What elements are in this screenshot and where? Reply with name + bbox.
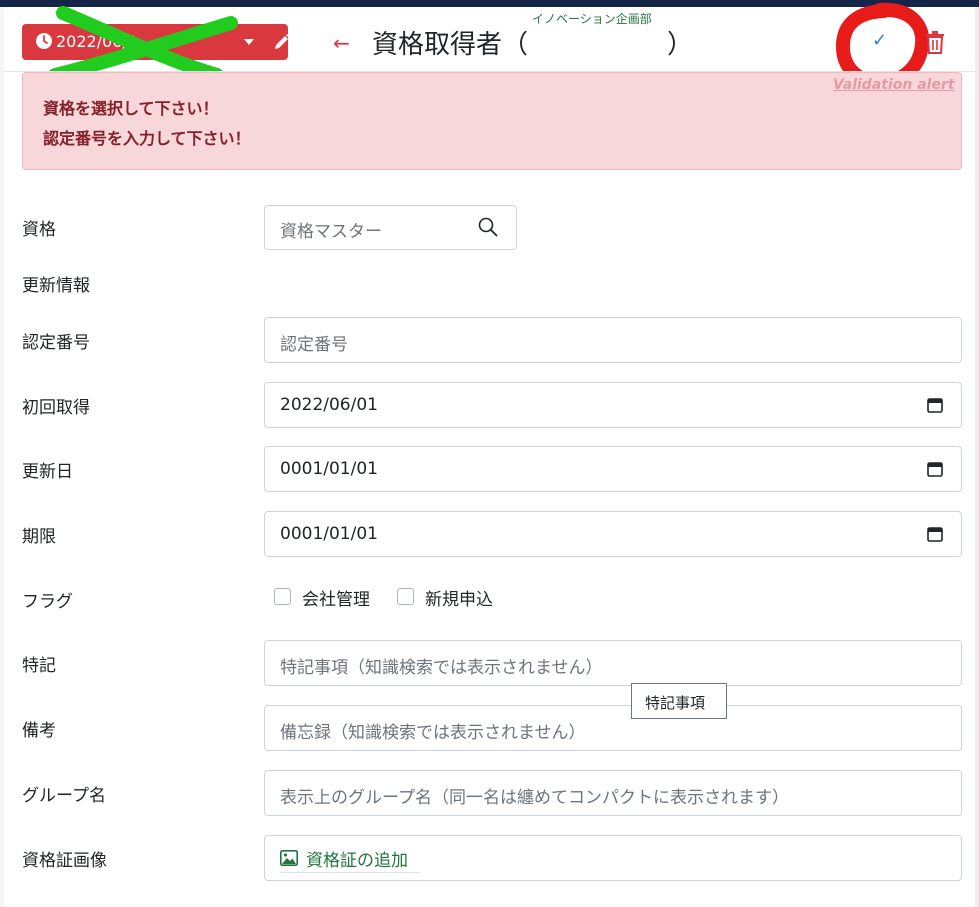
alert-message: 認定番号を入力して下さい！ [43, 129, 251, 148]
tooltip-text: 特記事項 [645, 694, 706, 712]
qualification-search-input[interactable]: 資格マスター [264, 205, 517, 250]
company-managed-label: 会社管理 [302, 590, 370, 610]
special-notes-label: 特記 [22, 656, 56, 676]
date-label: 2022/06/1 [56, 32, 139, 51]
validation-alert-link[interactable]: Validation alert [833, 77, 955, 93]
renewal-date-value: 0001/01/01 [280, 459, 378, 479]
new-application-checkbox[interactable] [397, 588, 414, 605]
group-name-label: グループ名 [22, 786, 106, 806]
trash-icon[interactable] [924, 30, 946, 54]
first-acquired-label: 初回取得 [22, 398, 90, 418]
validation-alert: 資格を選択して下さい！ 認定番号を入力して下さい！ [22, 72, 962, 170]
department-label: イノベーション企画部 [532, 12, 652, 26]
date-dropdown-button[interactable]: 2022/06/1 [22, 24, 290, 60]
first-acquired-date-input[interactable]: 2022/06/01 [264, 382, 962, 428]
confirm-button[interactable]: ✓ [858, 22, 898, 62]
remarks-placeholder: 備忘録（知識検索では表示されません） [280, 723, 586, 743]
cert-number-label: 認定番号 [22, 333, 90, 353]
first-acquired-value: 2022/06/01 [280, 395, 378, 415]
calendar-icon[interactable] [927, 397, 943, 413]
qualification-label: 資格 [22, 220, 56, 240]
expiry-value: 0001/01/01 [280, 524, 378, 544]
special-notes-input[interactable]: 特記事項（知識検索では表示されません） [264, 640, 962, 686]
clock-icon [36, 33, 52, 49]
renewal-date-label: 更新日 [22, 462, 73, 482]
qualification-placeholder: 資格マスター [280, 222, 382, 242]
company-managed-checkbox[interactable] [274, 588, 291, 605]
renewal-date-input[interactable]: 0001/01/01 [264, 446, 962, 492]
top-strip [0, 0, 979, 7]
calendar-icon[interactable] [927, 461, 943, 477]
cert-image-label: 資格証画像 [22, 851, 107, 871]
expiry-date-input[interactable]: 0001/01/01 [264, 511, 962, 557]
caret-down-icon [244, 39, 254, 45]
back-arrow-icon[interactable]: ← [333, 31, 350, 55]
cert-number-placeholder: 認定番号 [280, 335, 348, 355]
new-application-label: 新規申込 [425, 590, 493, 610]
expiry-label: 期限 [22, 527, 56, 547]
calendar-icon[interactable] [927, 526, 943, 542]
image-icon [280, 850, 298, 866]
remarks-input[interactable]: 備忘録（知識検索では表示されません） [264, 705, 962, 751]
alert-message: 資格を選択して下さい！ [43, 99, 219, 118]
page-title-close: ） [667, 30, 694, 60]
flags-label: フラグ [22, 592, 73, 612]
page-title: 資格取得者（ [372, 30, 529, 60]
group-name-input[interactable]: 表示上のグループ名（同一名は纏めてコンパクトに表示されます） [264, 770, 962, 816]
right-edge [975, 7, 979, 907]
special-notes-tooltip: 特記事項 [631, 683, 727, 719]
search-icon[interactable] [478, 217, 498, 237]
add-cert-image-text: 資格証の追加 [306, 851, 408, 871]
left-edge [0, 7, 4, 907]
renewal-info-label: 更新情報 [22, 276, 90, 296]
check-icon: ✓ [872, 30, 888, 51]
remarks-label: 備考 [22, 721, 56, 741]
special-notes-placeholder: 特記事項（知識検索では表示されません） [280, 658, 603, 678]
cert-number-input[interactable]: 認定番号 [264, 317, 962, 363]
link-underline [280, 872, 420, 873]
group-name-placeholder: 表示上のグループ名（同一名は纏めてコンパクトに表示されます） [280, 788, 789, 808]
cert-image-box: 資格証の追加 [264, 835, 962, 881]
pencil-icon[interactable] [272, 32, 292, 52]
